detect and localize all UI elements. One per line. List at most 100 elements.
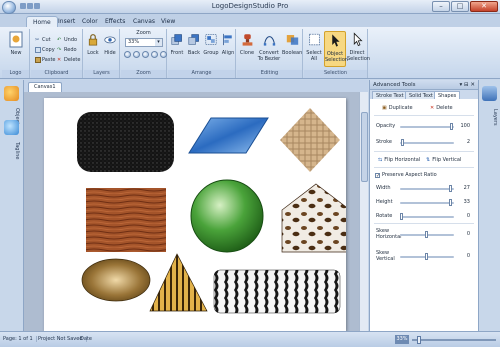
shape-rectangle[interactable] (86, 188, 166, 252)
select-all-label: Select All (306, 50, 322, 62)
shape-parallelogram[interactable] (188, 117, 269, 154)
scroll-thumb[interactable] (361, 112, 368, 182)
clone-label: Clone (239, 50, 255, 56)
group-label-clipboard: Clipboard (31, 70, 82, 78)
shape-triangle[interactable] (149, 253, 208, 312)
stroke-knob[interactable] (400, 139, 404, 146)
panel-controls-icon[interactable]: ▾ ⊟ ✕ (460, 82, 475, 88)
shape-diamond[interactable] (280, 108, 340, 172)
divider (374, 223, 474, 224)
object-selection-button[interactable]: Object Selection (324, 31, 348, 67)
zoom-select[interactable]: 33% ▾ (125, 38, 163, 47)
new-button[interactable]: New (4, 31, 28, 67)
tab-tagline[interactable]: Tagline (4, 136, 20, 166)
rotate-knob[interactable] (400, 213, 403, 220)
opacity-knob[interactable] (450, 123, 453, 130)
left-sidebar: Objects Tagline (0, 80, 24, 331)
zoom-in-icon[interactable] (124, 51, 131, 58)
back-label: Back (187, 50, 201, 56)
ribbon: New Logo ✂ Cut Copy Paste ↶ Undo ↷ Redo ✕ De… (0, 27, 500, 79)
redo-button[interactable]: ↷ Redo (57, 46, 77, 54)
tab-layers[interactable]: Layers (482, 102, 498, 132)
maximize-button[interactable]: □ (451, 1, 469, 12)
skew-horizontal-value: 0 (466, 231, 470, 237)
clone-stamp-icon (242, 34, 252, 46)
group-label-arrange: Arrange (168, 70, 235, 78)
opacity-slider[interactable] (400, 123, 454, 130)
chevron-down-icon[interactable]: ▾ (155, 39, 162, 46)
rotate-slider[interactable] (400, 213, 454, 220)
stroke-label: Stroke (376, 139, 392, 145)
boolean-button[interactable]: Boolean (282, 31, 302, 67)
paste-button[interactable]: Paste (35, 56, 56, 64)
back-button[interactable]: Back (186, 31, 202, 67)
stroke-slider[interactable] (400, 139, 454, 146)
send-back-icon (188, 34, 199, 45)
shape-zebra-rectangle[interactable] (213, 269, 341, 314)
zoom-out-icon[interactable] (133, 51, 140, 58)
minimize-button[interactable]: – (432, 1, 450, 12)
convert-bezier-button[interactable]: Convert To Bezier (257, 31, 281, 67)
align-icon (223, 33, 232, 46)
skew-vertical-knob[interactable] (425, 253, 428, 260)
select-all-button[interactable]: Select All (305, 31, 323, 67)
copy-button[interactable]: Copy (35, 46, 55, 54)
align-button[interactable]: Align (220, 31, 236, 67)
tab-solid-text[interactable]: Solid Text (405, 91, 437, 99)
status-zoom-slider[interactable] (412, 336, 496, 344)
hide-button[interactable]: Hide (102, 31, 118, 67)
height-slider[interactable] (400, 199, 454, 206)
objects-icon[interactable] (4, 86, 19, 101)
group-label-logo: Logo (2, 70, 29, 78)
cut-button[interactable]: ✂ Cut (35, 36, 51, 44)
zoom-actual-icon[interactable] (151, 51, 158, 58)
tab-canvas1[interactable]: Canvas1 (28, 82, 62, 92)
skew-horizontal-slider[interactable] (400, 231, 454, 238)
shape-circle[interactable] (190, 179, 264, 253)
duplicate-button[interactable]: ▣ Duplicate (382, 105, 413, 111)
tab-stroke-text[interactable]: Stroke Text (372, 91, 408, 99)
width-slider[interactable] (400, 185, 454, 192)
tagline-icon[interactable] (4, 120, 19, 135)
stroke-value: 2 (466, 139, 470, 145)
direct-selection-button[interactable]: Direct Selection (347, 31, 370, 67)
opacity-label: Opacity (376, 123, 396, 129)
group-button[interactable]: Group (203, 31, 219, 67)
layers-icon[interactable] (482, 86, 497, 101)
front-button[interactable]: Front (169, 31, 185, 67)
status-zoom-knob[interactable] (416, 336, 421, 344)
ribbon-group-layers: Lock Hide Layers (84, 29, 120, 78)
zoom-width-icon[interactable] (160, 51, 167, 58)
ribbon-group-clipboard: ✂ Cut Copy Paste ↶ Undo ↷ Redo ✕ Delete Clip… (31, 29, 83, 78)
skew-vertical-value: 0 (466, 253, 470, 259)
shape-rounded-rectangle[interactable] (77, 112, 174, 172)
delete-button[interactable]: ✕ Delete (57, 56, 80, 64)
canvas-page[interactable] (44, 98, 351, 331)
panel-delete-button[interactable]: ✕ Delete (430, 105, 453, 111)
close-button[interactable]: ✕ (470, 1, 498, 12)
lock-button[interactable]: Lock (85, 31, 101, 67)
zoom-fit-icon[interactable] (142, 51, 149, 58)
shape-pentagon[interactable] (281, 183, 351, 253)
zoom-value: 33% (128, 39, 140, 45)
skew-vertical-slider[interactable] (400, 253, 454, 260)
undo-button[interactable]: ↶ Undo (57, 36, 77, 44)
flip-vertical-button[interactable]: ⇅ Flip Vertical (426, 157, 461, 163)
tab-shapes[interactable]: Shapes (434, 91, 461, 99)
paste-icon (35, 57, 41, 63)
vertical-scrollbar[interactable] (359, 92, 368, 331)
shape-ellipse[interactable] (81, 258, 151, 302)
skew-horizontal-knob[interactable] (425, 231, 428, 238)
group-label-zoom: Zoom (121, 70, 166, 78)
ribbon-tab-bar: Home Insert Color Effects Canvas View (0, 14, 500, 28)
preserve-aspect-checkbox[interactable]: ✓ Preserve Aspect Ratio (375, 172, 437, 178)
width-knob[interactable] (449, 185, 453, 192)
status-page: Page: 1 of 1 (3, 336, 37, 342)
flip-horizontal-button[interactable]: ⇆ Flip Horizontal (378, 157, 420, 163)
undo-arrow-icon: ↶ (57, 37, 62, 43)
height-knob[interactable] (449, 199, 453, 206)
rotate-value: 0 (466, 213, 470, 219)
checkbox-check-icon[interactable]: ✓ (375, 172, 380, 178)
rotate-label: Rotate (376, 213, 393, 219)
clone-button[interactable]: Clone (238, 31, 256, 67)
